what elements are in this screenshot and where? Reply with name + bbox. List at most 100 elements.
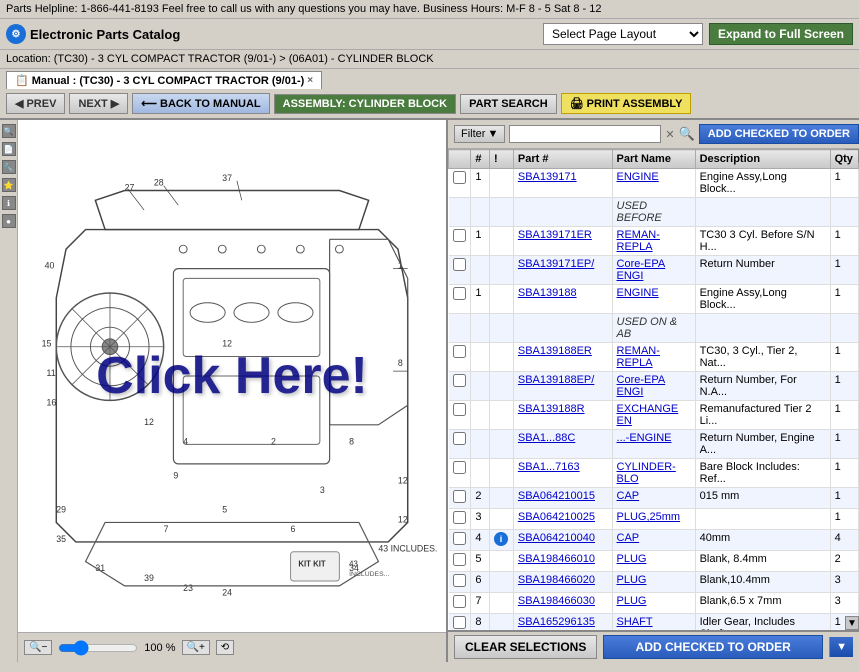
part-number-link[interactable]: SBA139171 [518,171,577,183]
part-name-link[interactable]: ENGINE [617,287,659,299]
part-search-button[interactable]: PART SEARCH [460,94,557,114]
zoom-out-button[interactable]: 🔍− [24,640,52,655]
diagram-canvas[interactable]: 27 28 37 40 15 11 16 1 8 12 12 29 35 31 … [18,120,446,632]
zoom-slider[interactable] [58,640,138,656]
row-part-number: SBA1...7163 [513,459,612,488]
filter-input[interactable] [509,125,661,143]
filter-label: Filter [461,128,485,140]
part-name-link[interactable]: EXCHANGE EN [617,403,679,427]
zoom-reset-button[interactable]: ⟲ [216,640,234,655]
row-checkbox[interactable] [453,345,466,358]
row-checkbox[interactable] [453,229,466,242]
expand-button[interactable]: Expand to Full Screen [709,23,853,45]
part-number-link[interactable]: SBA139188R [518,403,585,415]
part-number-link[interactable]: SBA165296135 [518,616,595,628]
sidebar-icon-5[interactable]: ℹ [2,196,16,210]
part-name-link[interactable]: PLUG [617,595,647,607]
row-checkbox[interactable] [453,616,466,629]
row-description: Return Number, Engine A... [695,430,830,459]
row-checkbox[interactable] [453,574,466,587]
part-name-link[interactable]: ...-ENGINE [617,432,672,444]
row-checkbox[interactable] [453,532,466,545]
sidebar-icon-1[interactable]: 🔍 [2,124,16,138]
row-checkbox[interactable] [453,171,466,184]
part-number-link[interactable]: SBA064210040 [518,532,595,544]
filter-search-icon[interactable]: 🔍 [679,126,695,142]
row-checkbox[interactable] [453,403,466,416]
row-checkbox[interactable] [453,511,466,524]
part-number-link[interactable]: SBA198466020 [518,574,595,586]
next-button[interactable]: NEXT ▶ [69,93,128,114]
table-row: USED ON & AB [449,314,859,343]
part-number-link[interactable]: SBA198466030 [518,595,595,607]
part-name-link[interactable]: CYLINDER-BLO [617,461,676,485]
part-name-link[interactable]: ENGINE [617,171,659,183]
col-name: Part Name [612,150,695,169]
part-number-link[interactable]: SBA139171EP/ [518,258,594,270]
add-checked-to-order-button-top[interactable]: ADD CHECKED TO ORDER [699,124,859,144]
row-checkbox[interactable] [453,287,466,300]
part-number-link[interactable]: SBA064210015 [518,490,595,502]
part-number-link[interactable]: SBA139171ER [518,229,592,241]
assembly-button[interactable]: ASSEMBLY: CYLINDER BLOCK [274,94,456,114]
row-checkbox-cell [449,227,471,256]
part-name-link[interactable]: REMAN-REPLA [617,345,660,369]
row-part-name: CYLINDER-BLO [612,459,695,488]
filter-button[interactable]: Filter ▼ [454,125,505,143]
prev-button[interactable]: ◀ PREV [6,93,65,114]
row-checkbox[interactable] [453,432,466,445]
add-checked-dropdown-button-bottom[interactable]: ▼ [829,637,853,657]
part-name-link[interactable]: SHAFT [617,616,653,628]
page-layout-select[interactable]: Select Page Layout [543,23,703,45]
row-qty: 3 [830,593,858,614]
part-number-link[interactable]: SBA1...7163 [518,461,580,473]
part-name-link[interactable]: REMAN-REPLA [617,229,660,253]
row-checkbox[interactable] [453,461,466,474]
table-row: 8SBA165296135SHAFTIdler Gear, Includes S… [449,614,859,631]
row-checkbox[interactable] [453,490,466,503]
filter-clear-button[interactable]: ✕ [665,128,674,141]
row-num [471,343,490,372]
sidebar-icon-3[interactable]: 🔧 [2,160,16,174]
row-checkbox[interactable] [453,553,466,566]
part-name-link[interactable]: PLUG [617,553,647,565]
zoom-in-button[interactable]: 🔍+ [182,640,210,655]
part-number-link[interactable]: SBA139188ER [518,345,592,357]
zoom-in-icon: 🔍+ [187,642,205,653]
part-number-link[interactable]: SBA139188EP/ [518,374,594,386]
print-assembly-button[interactable]: 🖨 PRINT ASSEMBLY [561,93,692,114]
info-icon[interactable]: i [494,532,508,546]
part-name-link[interactable]: CAP [617,532,640,544]
add-checked-to-order-button-bottom[interactable]: ADD CHECKED TO ORDER [603,635,823,659]
row-part-number: SBA064210025 [513,509,612,530]
part-name-link[interactable]: CAP [617,490,640,502]
back-to-manual-button[interactable]: ⟵ BACK TO MANUAL [132,93,269,114]
main-tab[interactable]: 📋 Manual : (TC30) - 3 CYL COMPACT TRACTO… [6,71,322,89]
tab-close-button[interactable]: × [307,75,313,86]
svg-text:8: 8 [398,358,403,368]
row-checkbox[interactable] [453,374,466,387]
row-part-name: ENGINE [612,285,695,314]
part-name-link[interactable]: Core-EPA ENGI [617,374,666,398]
clear-selections-button[interactable]: CLEAR SELECTIONS [454,635,597,659]
row-checkbox[interactable] [453,595,466,608]
sidebar-icon-6[interactable]: ● [2,214,16,228]
row-info-cell [490,551,514,572]
back-icon: ⟵ [141,97,157,110]
part-name-link[interactable]: PLUG [617,574,647,586]
row-checkbox[interactable] [453,258,466,271]
part-name-link[interactable]: PLUG,25mm [617,511,681,523]
row-num: 1 [471,169,490,198]
parts-table-container[interactable]: ▲ # ! Part # Part Name Description Qty 1… [448,149,859,630]
row-part-name: Core-EPA ENGI [612,372,695,401]
part-number-link[interactable]: SBA198466010 [518,553,595,565]
part-number-link[interactable]: SBA064210025 [518,511,595,523]
sidebar-icon-2[interactable]: 📄 [2,142,16,156]
sidebar-icon-4[interactable]: ⭐ [2,178,16,192]
scroll-down-button[interactable]: ▼ [845,616,859,630]
svg-text:40: 40 [45,261,55,271]
part-number-link[interactable]: SBA1...88C [518,432,575,444]
row-num: 3 [471,509,490,530]
part-name-link[interactable]: Core-EPA ENGI [617,258,666,282]
part-number-link[interactable]: SBA139188 [518,287,577,299]
